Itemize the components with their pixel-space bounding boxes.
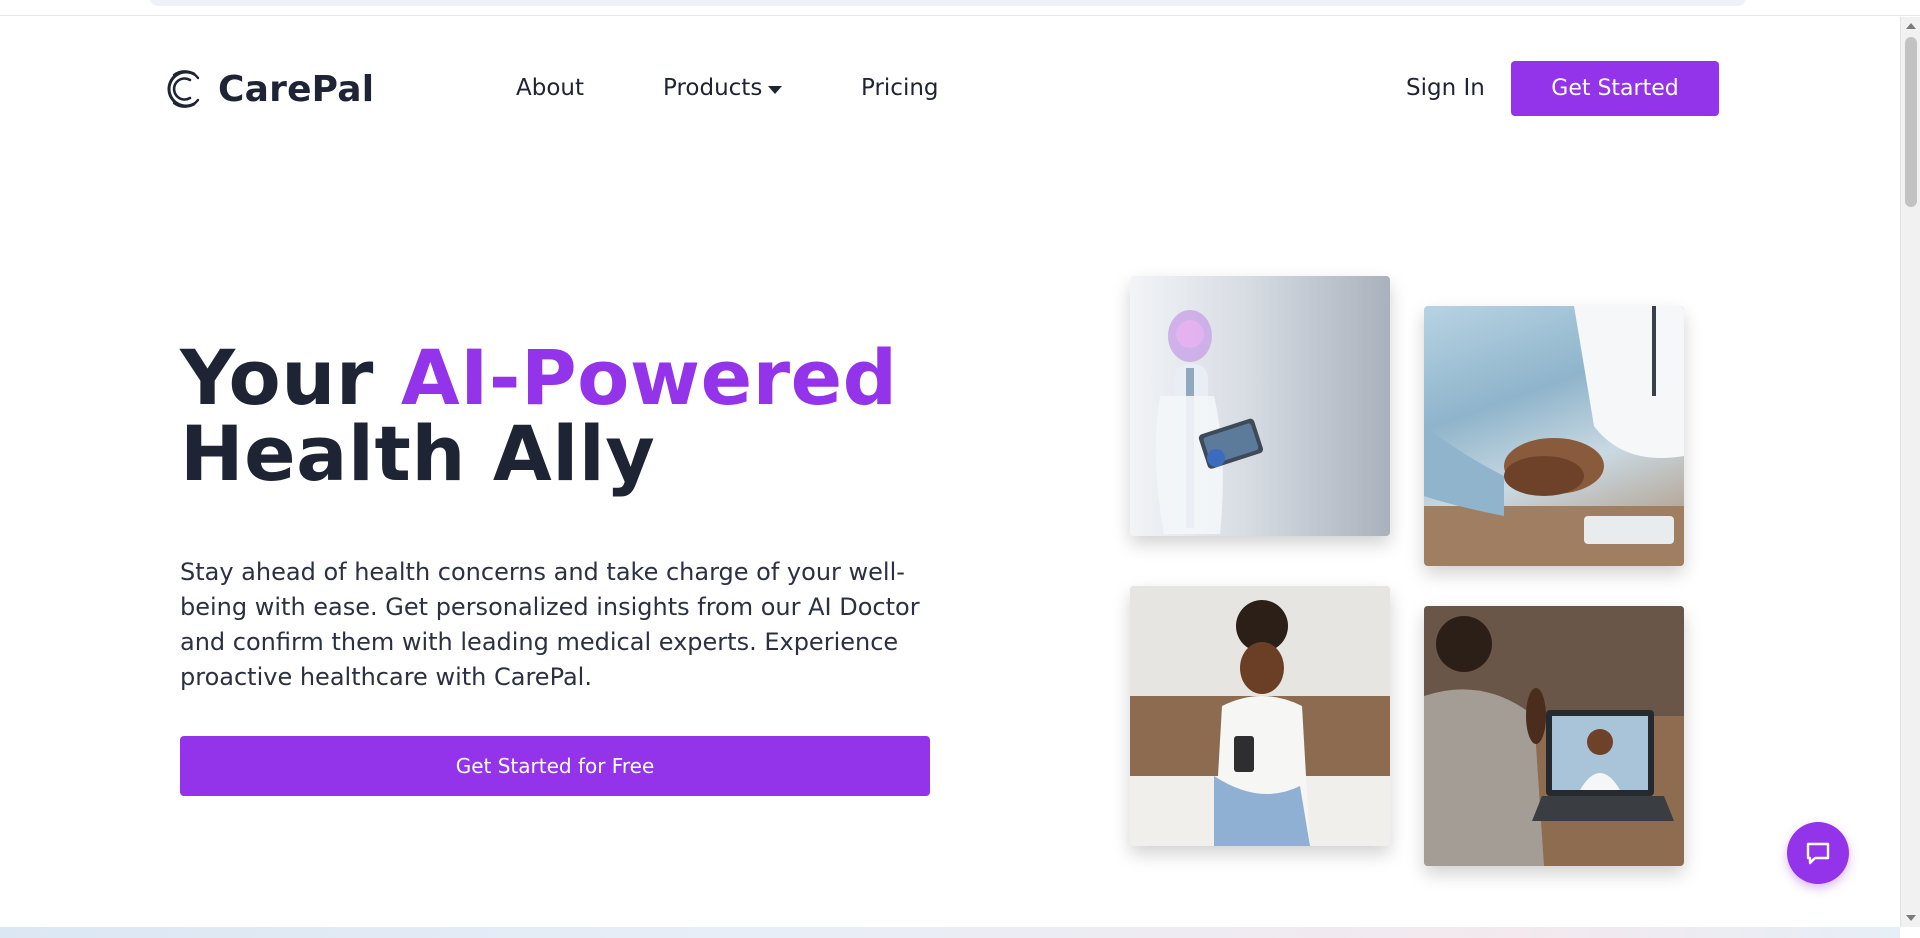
chat-button[interactable] bbox=[1787, 822, 1849, 884]
holding-hands-image bbox=[1424, 306, 1684, 566]
get-started-button[interactable]: Get Started bbox=[1511, 61, 1719, 116]
address-bar-edge bbox=[150, 0, 1746, 6]
scrollbar-thumb[interactable] bbox=[1905, 37, 1917, 207]
nav-pricing-link[interactable]: Pricing bbox=[861, 75, 939, 101]
ai-doctor-robot-image bbox=[1130, 276, 1390, 536]
nav-products-label: Products bbox=[663, 75, 763, 101]
woman-with-phone-illustration bbox=[1130, 586, 1390, 846]
holding-hands-illustration bbox=[1424, 306, 1684, 566]
site-header: CarePal About Products Pricing Sign In G… bbox=[0, 17, 1900, 157]
scroll-down-icon[interactable] bbox=[1906, 915, 1916, 921]
scroll-up-icon[interactable] bbox=[1906, 23, 1916, 29]
get-started-free-button[interactable]: Get Started for Free bbox=[180, 736, 930, 796]
carepal-logo-icon bbox=[167, 70, 200, 108]
video-call-illustration bbox=[1424, 606, 1684, 866]
logo-text: CarePal bbox=[218, 68, 375, 110]
video-call-doctor-image bbox=[1424, 606, 1684, 866]
browser-top-strip bbox=[0, 0, 1920, 16]
chat-icon bbox=[1806, 842, 1830, 865]
hero-title-line2: Health Ally bbox=[180, 409, 656, 498]
nav-products-dropdown[interactable]: Products bbox=[663, 75, 783, 101]
chevron-down-icon bbox=[768, 85, 783, 94]
nav-about-link[interactable]: About bbox=[516, 75, 584, 101]
page-scrollbar[interactable] bbox=[1900, 17, 1920, 927]
woman-with-phone-image bbox=[1130, 586, 1390, 846]
sign-in-link[interactable]: Sign In bbox=[1406, 75, 1485, 101]
logo[interactable]: CarePal bbox=[160, 65, 374, 113]
ai-doctor-robot-illustration bbox=[1155, 310, 1264, 534]
hero-title: Your AI-Powered Health Ally bbox=[180, 340, 898, 492]
taskbar-edge bbox=[0, 927, 1900, 938]
hero-description: Stay ahead of health concerns and take c… bbox=[180, 558, 920, 691]
